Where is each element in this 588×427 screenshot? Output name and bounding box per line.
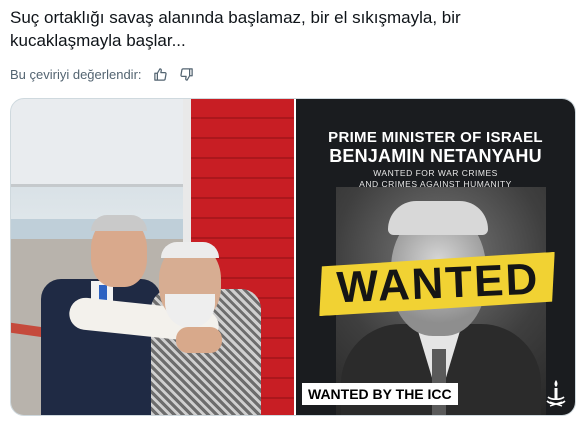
poster-subtitle-line1: WANTED FOR WAR CRIMES: [373, 168, 498, 178]
photo-canopy: [11, 99, 211, 187]
translation-rating-row: Bu çeviriyi değerlendir:: [10, 64, 196, 84]
poster-heading: PRIME MINISTER OF ISRAEL BENJAMIN NETANY…: [296, 129, 575, 190]
tweet-media-grid[interactable]: PRIME MINISTER OF ISRAEL BENJAMIN NETANY…: [10, 98, 576, 416]
poster-title: PRIME MINISTER OF ISRAEL: [328, 129, 543, 146]
poster-wanted[interactable]: PRIME MINISTER OF ISRAEL BENJAMIN NETANY…: [296, 99, 575, 415]
thumbs-up-icon[interactable]: [152, 65, 170, 83]
translation-rating-label: Bu çeviriyi değerlendir:: [10, 66, 142, 82]
poster-name: BENJAMIN NETANYAHU: [329, 146, 542, 166]
photo-person-left-hair: [91, 215, 147, 231]
photo-person-right-hair: [161, 242, 219, 258]
poster-subtitle-line2: AND CRIMES AGAINST HUMANITY: [359, 179, 512, 189]
tweet-text: Suç ortaklığı savaş alanında başlamaz, b…: [10, 8, 461, 50]
poster-portrait-hair: [388, 201, 488, 235]
photo-hand: [176, 327, 222, 353]
wanted-stamp: WANTED: [335, 254, 541, 313]
poster-portrait-tie: [432, 349, 446, 415]
poster-footer-label: WANTED BY THE ICC: [302, 383, 458, 405]
photo-handshake-hug[interactable]: [11, 99, 294, 415]
thumbs-down-icon[interactable]: [178, 65, 196, 83]
amnesty-candle-logo-icon: [546, 380, 566, 407]
